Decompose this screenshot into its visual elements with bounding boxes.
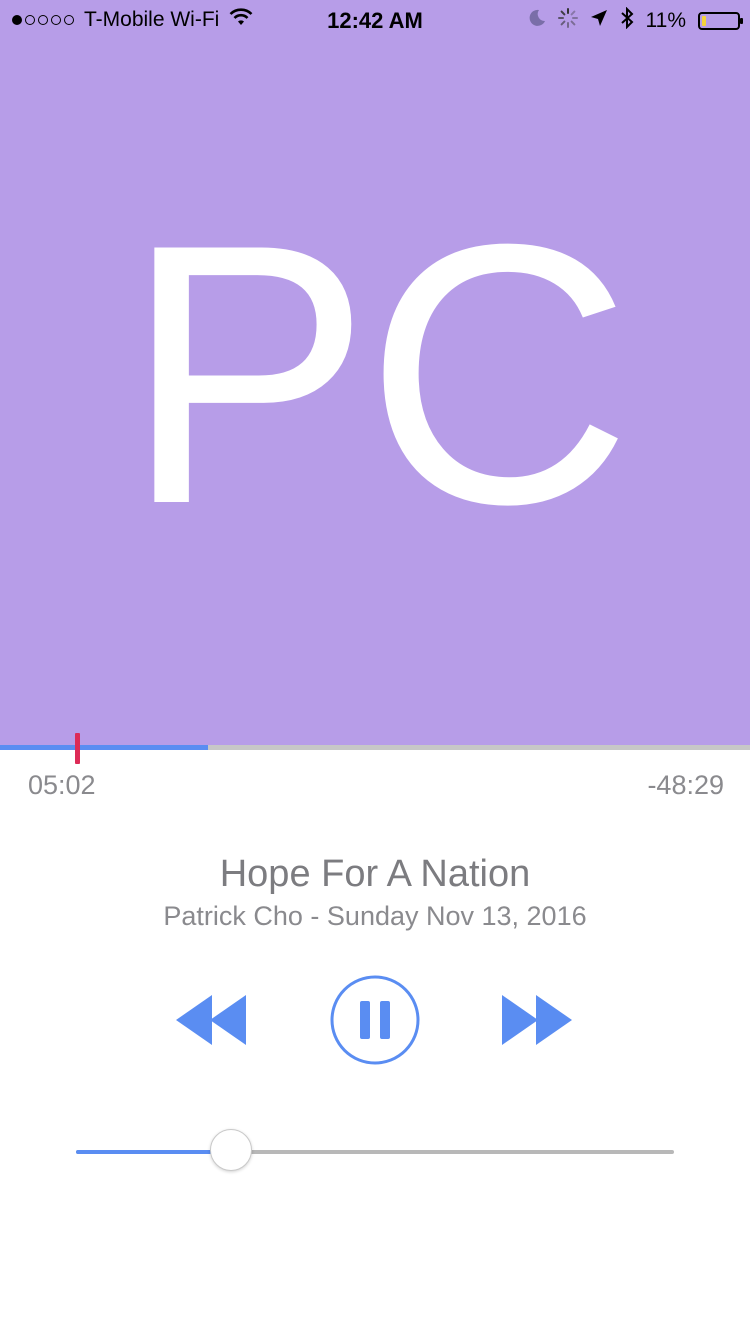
pause-icon [330,975,420,1065]
rewind-icon [176,995,246,1045]
bluetooth-icon [620,6,634,35]
fast-forward-button[interactable] [498,975,578,1065]
volume-fill [76,1150,232,1154]
progress-played [0,745,75,750]
do-not-disturb-icon [528,9,546,33]
volume-thumb[interactable] [210,1129,253,1171]
status-right: 11% [528,6,743,35]
activity-spinner-icon [557,8,578,34]
battery-percent: 11% [645,9,686,32]
volume-slider[interactable] [76,1129,674,1171]
play-pause-button[interactable] [330,975,420,1065]
playhead-marker[interactable] [75,733,80,764]
status-bar: T-Mobile Wi-Fi 12:42 AM 11% [0,0,750,40]
battery-icon [698,12,743,30]
battery-level [702,16,706,26]
artwork: PC [0,0,750,745]
artwork-initials: PC [124,168,632,581]
rewind-button[interactable] [172,975,252,1065]
progress-bar[interactable] [0,733,750,764]
elapsed-time: 05:02 [28,770,96,800]
remaining-time: -48:29 [647,770,724,800]
fast-forward-icon [502,995,572,1045]
episode-subtitle: Patrick Cho - Sunday Nov 13, 2016 [163,901,587,931]
location-arrow-icon [590,9,608,33]
episode-title: Hope For A Nation [219,853,531,895]
